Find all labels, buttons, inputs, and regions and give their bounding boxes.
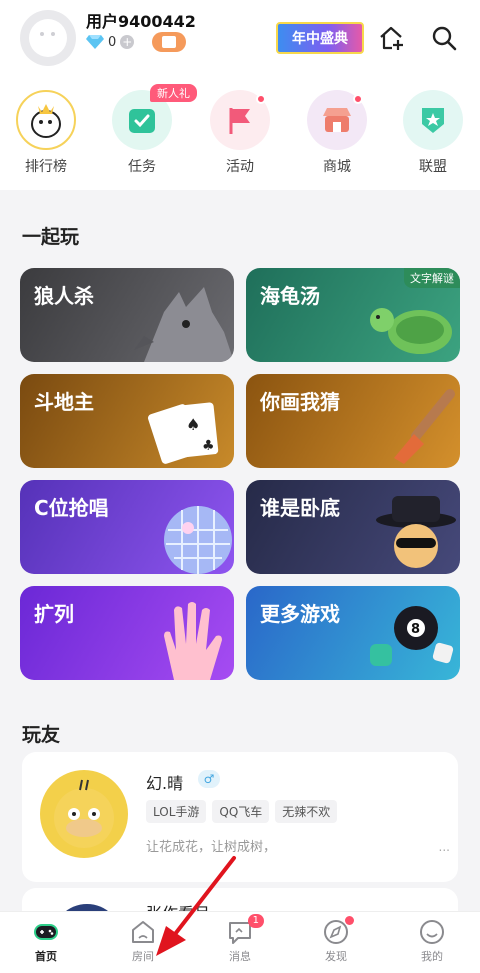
avatar-face-icon <box>29 19 67 57</box>
paintbrush-icon <box>394 389 455 464</box>
nav-room[interactable]: 房间 <box>103 918 183 964</box>
more-icon[interactable]: ... <box>439 840 450 854</box>
shortcut-label: 商城 <box>323 159 351 175</box>
game-card-more-games[interactable]: 更多游戏 8 <box>246 586 460 680</box>
game-title: 海龟汤 <box>260 284 320 308</box>
duck-avatar-icon <box>54 779 114 848</box>
cards-icon: ♠♣ <box>147 402 219 464</box>
wolf-icon <box>134 287 234 362</box>
game-card-c-position-sing[interactable]: C位抢唱 <box>20 480 234 574</box>
smile-icon <box>418 918 446 946</box>
shortcut-ranking[interactable]: 排行榜 <box>6 90 86 176</box>
nav-label: 房间 <box>132 950 154 963</box>
shortcut-shop[interactable]: 商城 <box>297 90 377 176</box>
ranking-icon <box>16 90 76 150</box>
game-card-turtle-soup[interactable]: 海龟汤 文字解谜 <box>246 268 460 362</box>
nav-label: 我的 <box>421 950 443 963</box>
diamond-count: 0 <box>108 34 117 50</box>
shortcut-label: 任务 <box>128 159 156 175</box>
game-title: 谁是卧底 <box>260 496 340 520</box>
nav-discover[interactable]: 发现 <box>296 916 376 964</box>
compass-icon <box>322 916 354 946</box>
notification-dot <box>353 94 363 104</box>
shortcut-label: 联盟 <box>419 159 447 175</box>
nav-label: 消息 <box>229 950 251 963</box>
game-card-werewolf[interactable]: 狼人杀 <box>20 268 234 362</box>
gift-button[interactable] <box>152 32 187 52</box>
shortcut-activity[interactable]: 活动 <box>200 90 280 176</box>
friend-bio: 让花成花，让树成树， <box>146 840 277 855</box>
play-section: 一起玩 狼人杀 海龟汤 文字解谜 斗地主 ♠ ♣ 你画我猜 C位抢唱 谁是卧底 扩… <box>0 190 480 692</box>
interest-tag: QQ飞车 <box>212 800 270 823</box>
svg-text:♠: ♠ <box>186 415 200 434</box>
interest-tag: 无辣不欢 <box>275 800 338 823</box>
game-title: C位抢唱 <box>34 496 109 520</box>
game-card-draw-guess[interactable]: 你画我猜 <box>246 374 460 468</box>
promo-banner[interactable]: 年中盛典 <box>276 22 364 54</box>
nav-me[interactable]: 我的 <box>392 918 472 964</box>
shortcut-league[interactable]: 联盟 <box>393 90 473 176</box>
game-title: 狼人杀 <box>34 284 94 308</box>
message-icon: 1 <box>226 914 264 946</box>
waving-hand-icon <box>164 602 222 680</box>
svg-text:♣: ♣ <box>202 438 215 454</box>
diamond-icon <box>86 35 104 49</box>
gamepad-icon <box>32 918 60 946</box>
create-room-icon[interactable] <box>377 24 405 52</box>
friend-tags: LOL手游 QQ飞车 无辣不欢 <box>146 800 338 823</box>
shortcut-task[interactable]: 新人礼 任务 <box>102 84 197 176</box>
shortcut-bar: 排行榜 新人礼 任务 活动 商城 联盟 <box>0 78 480 190</box>
top-header: 用户9400442 0 + 年中盛典 <box>0 0 480 78</box>
recharge-plus-icon[interactable]: + <box>120 35 135 49</box>
game-card-landlord[interactable]: 斗地主 ♠ ♣ <box>20 374 234 468</box>
nav-label: 首页 <box>35 950 57 963</box>
nav-messages[interactable]: 1 消息 <box>200 914 280 964</box>
bottom-nav: 首页 房间 1 消息 发现 我的 <box>0 911 480 973</box>
game-title: 扩列 <box>34 602 74 626</box>
task-icon: 新人礼 <box>112 84 197 150</box>
shortcut-label: 活动 <box>226 159 254 175</box>
friend-avatar[interactable] <box>40 770 128 858</box>
shop-icon <box>307 90 367 150</box>
spy-icon <box>376 496 456 568</box>
svg-text:8: 8 <box>411 622 420 637</box>
room-icon <box>129 918 157 946</box>
wallet-stats: 0 + <box>86 32 187 52</box>
username: 用户9400442 <box>86 12 196 31</box>
game-title: 你画我猜 <box>260 390 340 414</box>
game-card-make-friends[interactable]: 扩列 <box>20 586 234 680</box>
notification-dot <box>345 916 354 925</box>
user-avatar[interactable] <box>20 10 76 66</box>
nav-home[interactable]: 首页 <box>6 918 86 964</box>
game-title: 更多游戏 <box>260 602 340 626</box>
search-icon[interactable] <box>430 24 458 52</box>
game-title: 斗地主 <box>34 390 94 414</box>
notification-dot <box>256 94 266 104</box>
gift-icon <box>162 36 177 48</box>
new-user-gift-badge: 新人礼 <box>150 84 197 102</box>
disco-ball-icon <box>164 506 232 574</box>
friends-section: 玩友 幻.晴 ♂ LOL手游 QQ飞车 无辣不欢 让花成花，让树成树， ... … <box>0 692 480 944</box>
league-icon <box>403 90 463 150</box>
billiard-ball-icon: 8 <box>370 606 454 666</box>
section-title: 玩友 <box>22 724 61 746</box>
game-card-undercover[interactable]: 谁是卧底 <box>246 480 460 574</box>
section-title: 一起玩 <box>22 226 80 248</box>
friend-card[interactable]: 幻.晴 ♂ LOL手游 QQ飞车 无辣不欢 让花成花，让树成树， ... <box>22 752 458 882</box>
friend-name: 幻.晴 <box>146 774 184 793</box>
shortcut-label: 排行榜 <box>25 159 67 175</box>
interest-tag: LOL手游 <box>146 800 207 823</box>
unread-badge: 1 <box>247 914 264 928</box>
male-icon: ♂ <box>198 770 220 788</box>
turtle-icon <box>370 308 452 354</box>
nav-label: 发现 <box>325 950 347 963</box>
flag-icon <box>210 90 270 150</box>
